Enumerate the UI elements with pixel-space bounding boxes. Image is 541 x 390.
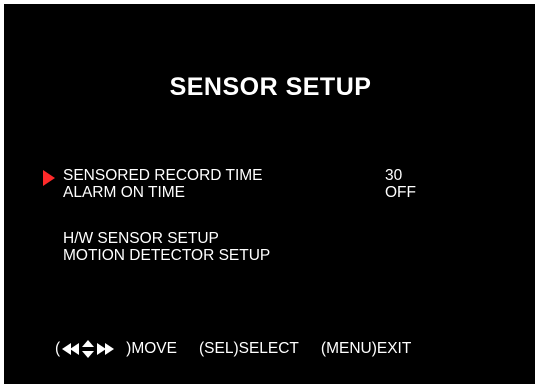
key-help-bar: ( )MOVE (SEL)SELECT (MENU)EXIT: [55, 339, 411, 359]
alarm-on-time-value[interactable]: OFF: [385, 184, 416, 201]
menu-item-hw-sensor-setup[interactable]: H/W SENSOR SETUP: [63, 230, 219, 247]
move-hint: )MOVE: [126, 340, 177, 357]
menu-item-motion-detector-setup[interactable]: MOTION DETECTOR SETUP: [63, 247, 270, 264]
menu-title: SENSOR SETUP: [169, 73, 372, 101]
select-hint: (SEL)SELECT: [198, 340, 299, 357]
arrow-keys-icon: [62, 339, 124, 359]
osd-screen: SENSOR SETUP SENSORED RECORD TIME 30 ALA…: [4, 4, 535, 384]
red-triangle-cursor-icon: [43, 170, 55, 186]
menu-item-sensored-record-time[interactable]: SENSORED RECORD TIME: [63, 167, 263, 184]
exit-hint: (MENU)EXIT: [320, 340, 412, 357]
sensored-record-time-value[interactable]: 30: [385, 167, 402, 184]
open-paren: (: [55, 340, 61, 357]
menu-item-alarm-on-time[interactable]: ALARM ON TIME: [63, 184, 185, 201]
